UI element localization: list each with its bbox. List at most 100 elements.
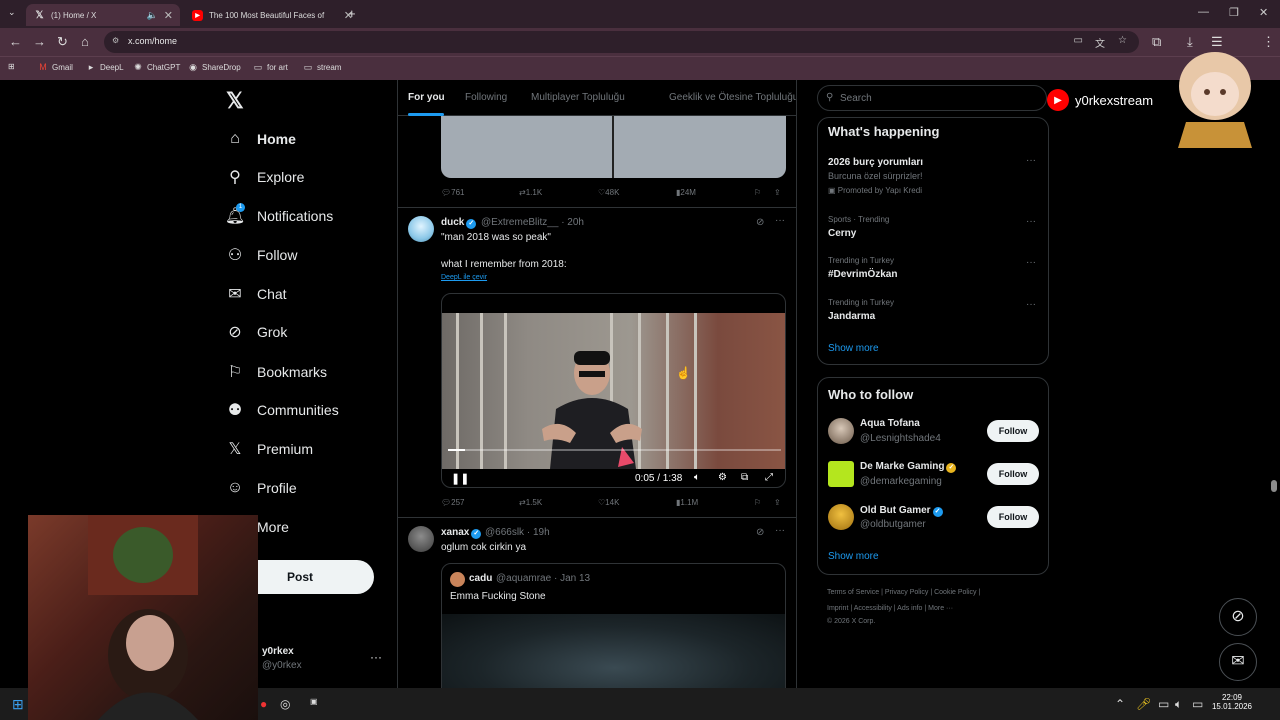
tab-following[interactable]: Following	[465, 92, 507, 103]
video-progress[interactable]	[448, 449, 781, 451]
post-more-icon[interactable]: ···	[775, 215, 785, 226]
trend-name[interactable]: Cerny	[828, 228, 856, 239]
nav-follow[interactable]: ⚇ Follow	[226, 243, 298, 267]
avatar[interactable]	[828, 461, 854, 487]
menu-dots-icon[interactable]: ⋮	[1262, 34, 1275, 50]
trend-more-icon[interactable]: ···	[1026, 155, 1036, 166]
bookmark-icon[interactable]: ⚐	[754, 188, 761, 197]
repost-button[interactable]: ⇄ 1.5K	[519, 498, 542, 507]
follow-button[interactable]: Follow	[987, 506, 1039, 528]
avatar[interactable]	[408, 526, 434, 552]
messages-float-icon[interactable]: ✉	[1219, 643, 1257, 681]
epic-games-icon[interactable]: ▣	[310, 697, 318, 706]
new-tab-icon[interactable]: +	[348, 6, 356, 21]
nav-communities[interactable]: ⚉ Communities	[226, 398, 339, 422]
trend-name[interactable]: #DevrimÖzkan	[828, 269, 897, 280]
account-menu-dots-icon[interactable]: ···	[370, 650, 382, 664]
trend-more-icon[interactable]: ···	[1026, 216, 1036, 227]
suggestion-name[interactable]: De Marke Gaming ✓	[860, 461, 958, 473]
bookmark-icon[interactable]: ⚐	[754, 498, 761, 507]
nav-notifications[interactable]: 🔔︎ 1 Notifications	[225, 203, 333, 228]
post-author-handle[interactable]: @666slk · 19h	[485, 527, 550, 538]
microphone-icon[interactable]: 🎤︎	[1136, 697, 1151, 711]
post-author-name[interactable]: xanax ✓	[441, 527, 483, 539]
fullscreen-icon[interactable]: ⤢	[765, 472, 773, 483]
extensions-icon[interactable]: ⧉	[1152, 34, 1161, 50]
search-input[interactable]: ⚲ Search	[817, 85, 1047, 111]
network-icon[interactable]: ▭	[1158, 697, 1169, 711]
tray-expand-icon[interactable]: ⌃	[1115, 697, 1125, 711]
url-field[interactable]: ⚙ x.com/home ▭ 文 ☆	[104, 31, 1139, 53]
quote-media-image[interactable]	[442, 614, 785, 688]
steam-icon[interactable]: ◎	[280, 697, 290, 711]
volume-icon[interactable]: 🔈︎	[1175, 697, 1182, 712]
tab-youtube[interactable]: ▶ The 100 Most Beautiful Faces of ✕	[184, 4, 360, 26]
bookmark-folder-stream[interactable]: ▭ stream	[303, 62, 342, 72]
reply-button[interactable]: 💬︎ 761	[441, 188, 465, 197]
avatar[interactable]	[828, 418, 854, 444]
trend-name[interactable]: 2026 burç yorumları	[828, 157, 923, 168]
video-frame[interactable]	[442, 313, 785, 469]
views-button[interactable]: ▮ 24M	[676, 188, 696, 197]
translate-icon[interactable]: 文	[1095, 35, 1105, 50]
volume-icon[interactable]: 🔈︎	[694, 472, 700, 483]
follow-button[interactable]: Follow	[987, 420, 1039, 442]
like-button[interactable]: ♡ 48K	[598, 188, 619, 197]
star-icon[interactable]: ☆	[1118, 35, 1127, 46]
grok-float-icon[interactable]: ⊘	[1219, 598, 1257, 636]
nav-profile[interactable]: ☺ Profile	[226, 476, 297, 500]
cast-icon[interactable]: ▭	[1074, 35, 1083, 46]
tab-community-geeklik[interactable]: Geeklik ve Ötesine Topluluğu	[669, 92, 796, 103]
window-close-icon[interactable]: ✕	[1259, 6, 1268, 19]
trend-more-icon[interactable]: ···	[1026, 299, 1036, 310]
views-button[interactable]: ▮ 1.1M	[676, 498, 698, 507]
nav-bookmarks[interactable]: ⚐ Bookmarks	[226, 360, 327, 384]
close-icon[interactable]: ✕	[164, 9, 173, 22]
back-icon[interactable]: ←	[9, 34, 22, 49]
tab-community-multiplayer[interactable]: Multiplayer Topluluğu	[531, 92, 625, 103]
battery-icon[interactable]: ▭	[1192, 697, 1203, 711]
grok-actions-icon[interactable]: ⊘	[756, 527, 764, 538]
speaker-icon[interactable]: 🔈	[147, 10, 158, 21]
grok-actions-icon[interactable]: ⊘	[756, 217, 764, 228]
site-info-icon[interactable]: ⚙	[112, 36, 119, 45]
show-more-link[interactable]: Show more	[828, 343, 879, 354]
quoted-post[interactable]: cadu @aquamrae · Jan 13 Emma Fucking Sto…	[441, 563, 786, 688]
apps-grid-icon[interactable]: ⊞	[8, 62, 15, 71]
post-author-name[interactable]: duck ✓	[441, 217, 478, 229]
avatar[interactable]	[828, 504, 854, 530]
suggestion-name[interactable]: Old But Gamer ✓	[860, 505, 945, 517]
picture-in-picture-icon[interactable]: ⧉	[741, 472, 748, 483]
share-icon[interactable]: ⇪	[774, 498, 781, 507]
bookmark-folder-for-art[interactable]: ▭ for art	[253, 62, 288, 72]
bookmark-sharedrop[interactable]: ◉ ShareDrop	[188, 62, 241, 72]
nav-explore[interactable]: ⚲ Explore	[226, 165, 304, 189]
nav-premium[interactable]: 𝕏 Premium	[226, 437, 313, 461]
repost-button[interactable]: ⇄ 1.1K	[519, 188, 542, 197]
tab-search-chevron-icon[interactable]: ⌄	[8, 7, 16, 18]
like-button[interactable]: ♡ 14K	[598, 498, 619, 507]
pause-icon[interactable]: ❚❚	[451, 472, 469, 485]
tab-x-home[interactable]: 𝕏 (1) Home / X 🔈 ✕	[26, 4, 180, 26]
restore-icon[interactable]: ❐	[1229, 6, 1239, 19]
post-media-image[interactable]	[441, 116, 786, 178]
windows-start-icon[interactable]: ⊞	[12, 696, 24, 713]
trend-more-icon[interactable]: ···	[1026, 257, 1036, 268]
x-logo-icon[interactable]: 𝕏	[226, 88, 244, 114]
footer-links[interactable]: Terms of Service | Privacy Policy | Cook…	[827, 589, 980, 596]
post-more-icon[interactable]: ···	[775, 525, 785, 536]
taskbar-app-icon[interactable]: ●	[260, 697, 267, 711]
show-more-link[interactable]: Show more	[828, 551, 879, 562]
bookmark-chatgpt[interactable]: ✺ ChatGPT	[133, 62, 180, 72]
post-author-handle[interactable]: @ExtremeBlitz__ · 20h	[481, 217, 584, 228]
avatar[interactable]	[408, 216, 434, 242]
nav-chat[interactable]: ✉ Chat	[226, 282, 286, 306]
forward-icon[interactable]: →	[33, 34, 46, 49]
footer-links[interactable]: Imprint | Accessibility | Ads info | Mor…	[827, 605, 953, 612]
page-scrollbar-thumb[interactable]	[1271, 480, 1277, 492]
settings-icon[interactable]: ⚙	[718, 472, 727, 483]
follow-button[interactable]: Follow	[987, 463, 1039, 485]
bookmark-gmail[interactable]: M Gmail	[38, 62, 73, 72]
bookmark-deepl[interactable]: ▸ DeepL	[86, 62, 124, 72]
trend-name[interactable]: Jandarma	[828, 311, 875, 322]
